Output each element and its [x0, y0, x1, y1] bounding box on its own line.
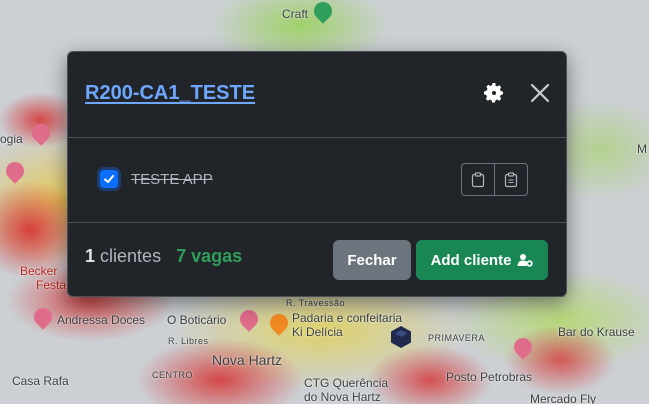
- map-pin-icon[interactable]: [28, 120, 54, 146]
- map-label-bardokrause: Bar do Krause: [558, 325, 635, 339]
- map-label-mercadofly: Mercado Fly: [530, 392, 597, 404]
- map-label-novahartz: Nova Hartz: [212, 352, 283, 368]
- map-pin-icon[interactable]: [2, 158, 28, 184]
- clipboard-icon: [471, 171, 485, 187]
- map-label-centro: CENTRO: [152, 370, 193, 380]
- add-client-label: Add cliente: [430, 251, 512, 269]
- map-label-ogia: ogia: [0, 132, 23, 146]
- user-plus-icon: [517, 254, 534, 267]
- map-pin-icon[interactable]: [310, 0, 336, 24]
- map-label-kidelicia: Ki Delícia: [292, 325, 343, 339]
- map-label-becker: Becker: [20, 264, 58, 278]
- map-label-travessao: R. Travessão: [286, 298, 346, 308]
- map-label-boticario: O Boticário: [167, 313, 227, 327]
- check-icon: [104, 175, 114, 183]
- copy-button[interactable]: [461, 163, 495, 196]
- map-pin-icon[interactable]: [266, 310, 292, 336]
- client-stats: 1 clientes 7 vagas: [85, 246, 242, 267]
- clipboard-list-icon: [504, 171, 518, 187]
- modal-header: R200-CA1_TESTE: [68, 52, 566, 138]
- map-label-m: M: [637, 142, 647, 156]
- map-label-padaria: Padaria e confeitaria: [292, 311, 403, 325]
- map-label-rlibres: R. Libres: [168, 336, 209, 346]
- clipboard-button-group: [461, 163, 528, 196]
- modal-footer: 1 clientes 7 vagas Fechar Add cliente: [68, 223, 566, 295]
- map-label-festa: Festa: [36, 278, 67, 292]
- item-checkbox[interactable]: [100, 170, 118, 188]
- modal-body: TESTE APP: [68, 138, 566, 223]
- add-client-button[interactable]: Add cliente: [416, 240, 548, 280]
- map-label-primavera: PRIMAVERA: [428, 333, 485, 343]
- map-label-postopetrobras: Posto Petrobras: [446, 370, 533, 384]
- map-label-ctg2: do Nova Hartz: [304, 390, 381, 404]
- paste-button[interactable]: [495, 163, 528, 196]
- client-modal: R200-CA1_TESTE TESTE APP 1 clientes 7 va…: [67, 51, 567, 297]
- map-label-casarafa: Casa Rafa: [12, 374, 69, 388]
- close-button[interactable]: Fechar: [333, 240, 411, 280]
- map-label-ctg1: CTG Querência: [304, 376, 389, 390]
- cube-marker-icon[interactable]: [391, 326, 411, 348]
- vagas-count: 7 vagas: [176, 246, 243, 266]
- map-pin-icon[interactable]: [236, 306, 262, 332]
- map-label-craft: Craft: [282, 7, 309, 21]
- map-label-andressa: Andressa Doces: [57, 313, 146, 327]
- close-icon[interactable]: [528, 81, 552, 105]
- clients-label: clientes: [100, 246, 162, 266]
- map-pin-icon[interactable]: [30, 304, 56, 330]
- modal-title-link[interactable]: R200-CA1_TESTE: [85, 82, 255, 105]
- clients-count: 1: [85, 246, 96, 266]
- gear-icon[interactable]: [482, 81, 506, 105]
- map-pin-icon[interactable]: [510, 334, 536, 360]
- item-label: TESTE APP: [131, 171, 213, 188]
